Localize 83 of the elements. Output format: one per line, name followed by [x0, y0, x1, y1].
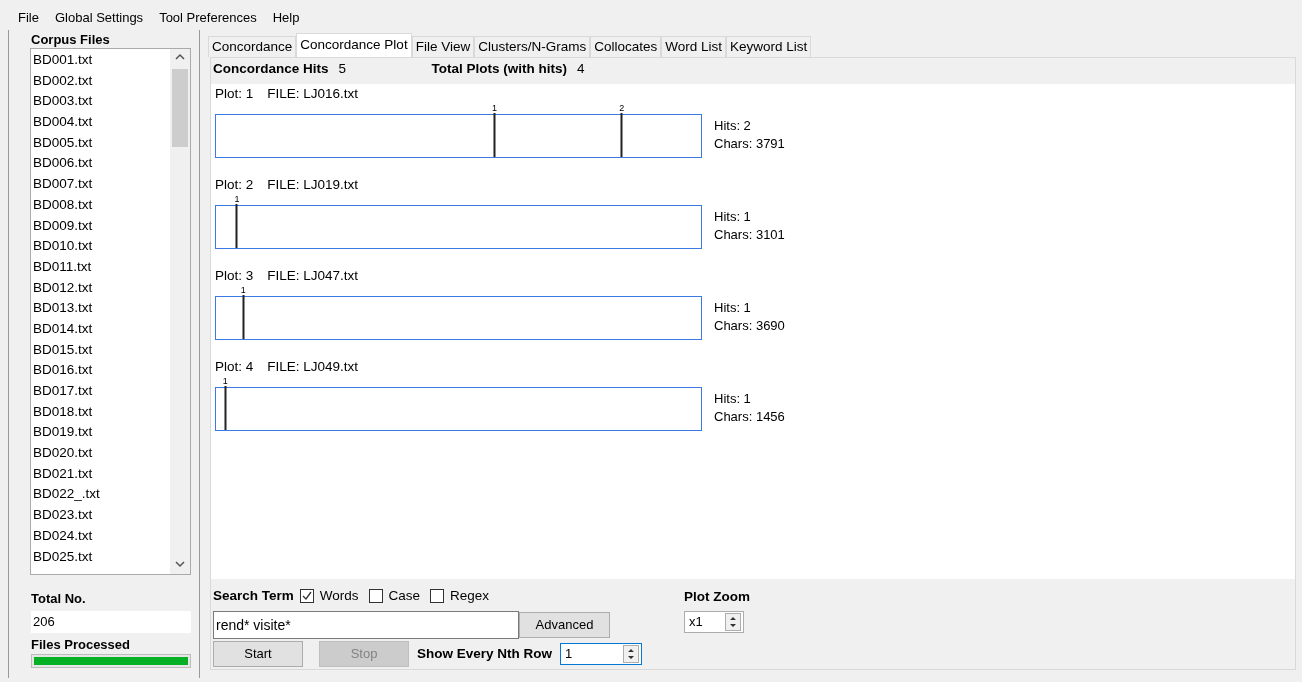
corpus-list-row[interactable]: BD005.txt [31, 132, 170, 154]
corpus-list-row[interactable]: BD021.txt [31, 463, 170, 485]
checkbox-label: Regex [450, 586, 490, 605]
checkbox-label: Case [388, 586, 421, 605]
corpus-list-row[interactable]: BD018.txt [31, 401, 170, 423]
hit-number: 1 [240, 285, 246, 295]
checkbox-label: Words [319, 586, 359, 605]
plot-number: Plot: 1 [215, 84, 254, 103]
hit-number: 2 [619, 103, 625, 113]
files-processed-label: Files Processed [31, 635, 131, 654]
menu-bar-entry[interactable]: Help [272, 8, 300, 30]
tab[interactable]: Concordance Plot [296, 33, 412, 57]
plots-label: Total Plots (with hits) [431, 59, 568, 78]
hits-value: 5 [338, 59, 348, 78]
corpus-list-row[interactable]: BD015.txt [31, 339, 170, 361]
corpus-list-row[interactable]: BD004.txt [31, 112, 170, 133]
corpus-list-row[interactable]: BD013.txt [31, 298, 170, 319]
corpus-list-row[interactable]: BD014.txt [31, 318, 170, 340]
spinner-arrows-icon[interactable] [725, 613, 742, 631]
plot-number: Plot: 4 [215, 357, 254, 376]
hits-count: Hits: 1 [714, 208, 752, 226]
corpus-list-row[interactable]: BD002.txt [31, 70, 170, 92]
chars-count: Chars: 1456 [714, 408, 785, 426]
corpus-list-row[interactable]: BD010.txt [31, 236, 170, 257]
tab[interactable]: Clusters/N-Grams [474, 36, 591, 57]
tab[interactable]: Keyword List [726, 36, 812, 57]
corpus-list-row[interactable]: BD022_.txt [31, 484, 170, 506]
nth-row-label: Show Every Nth Row [417, 644, 553, 663]
corpus-list-row[interactable]: BD006.txt [31, 153, 170, 175]
checkbox[interactable] [430, 589, 445, 603]
corpus-list-row[interactable]: BD023.txt [31, 505, 170, 526]
chars-count: Chars: 3101 [714, 226, 785, 244]
corpus-list-row[interactable]: BD007.txt [31, 174, 170, 195]
check-icon [301, 591, 312, 601]
plots-value: 4 [577, 59, 585, 78]
hit-number: 1 [234, 194, 240, 204]
menu-bar-entry[interactable]: File [18, 8, 39, 30]
hits-count: Hits: 1 [714, 390, 752, 408]
chars-count: Chars: 3791 [714, 135, 785, 153]
corpus-list-row[interactable]: BD019.txt [31, 422, 170, 444]
hits-count: Hits: 1 [714, 299, 752, 317]
checkbox[interactable] [299, 589, 314, 603]
corpus-list-row[interactable]: BD016.txt [31, 360, 170, 381]
corpus-list-row[interactable]: BD011.txt [31, 256, 170, 278]
plot-number: Plot: 2 [215, 175, 254, 194]
corpus-list-row[interactable]: BD025.txt [31, 546, 170, 568]
corpus-list-row[interactable]: BD001.txt [31, 50, 170, 71]
advanced-button[interactable]: Advanced [519, 612, 610, 638]
panel-title: Corpus Files [31, 31, 111, 48]
checkbox[interactable] [368, 589, 383, 603]
hit-number: 1 [492, 103, 498, 113]
spinner-arrows-icon[interactable] [623, 645, 640, 663]
scrollbar[interactable] [170, 49, 190, 574]
menu-bar-entry[interactable]: Global Settings [54, 8, 144, 30]
plot-file-name: FILE: LJ049.txt [267, 357, 359, 376]
corpus-list-row[interactable]: BD017.txt [31, 381, 170, 402]
plot-number: Plot: 3 [215, 266, 254, 285]
tab[interactable]: Concordance [208, 36, 297, 57]
hits-count: Hits: 2 [714, 117, 752, 135]
corpus-list-row[interactable]: BD012.txt [31, 277, 170, 299]
corpus-list-row[interactable]: BD003.txt [31, 91, 170, 113]
plot-file-name: FILE: LJ016.txt [267, 84, 359, 103]
plot-zoom-field[interactable]: x1 [684, 611, 745, 633]
search-term-label: Search Term [213, 586, 294, 605]
nth-row-field[interactable]: 1 [560, 643, 643, 665]
tab[interactable]: File View [411, 36, 475, 57]
chars-count: Chars: 3690 [714, 317, 785, 335]
corpus-list-row[interactable]: BD008.txt [31, 194, 170, 216]
hit-number: 1 [222, 376, 228, 386]
corpus-list-row[interactable]: BD020.txt [31, 443, 170, 464]
plot-zoom-label: Plot Zoom [684, 588, 751, 605]
tab[interactable]: Collocates [590, 36, 662, 57]
plot-file-name: FILE: LJ019.txt [267, 175, 359, 194]
search-field[interactable]: rend* visite* [213, 611, 519, 639]
tab[interactable]: Word List [661, 36, 726, 57]
total-value: 206 [31, 610, 191, 633]
plot-file-name: FILE: LJ047.txt [267, 266, 359, 285]
corpus-list-row[interactable]: BD024.txt [31, 525, 170, 547]
total-label: Total No. [31, 590, 87, 608]
menu-bar-entry[interactable]: Tool Preferences [159, 8, 257, 30]
hits-label: Concordance Hits [213, 59, 329, 78]
corpus-list-row[interactable]: BD009.txt [31, 215, 170, 237]
start-button[interactable]: Start [213, 641, 303, 667]
